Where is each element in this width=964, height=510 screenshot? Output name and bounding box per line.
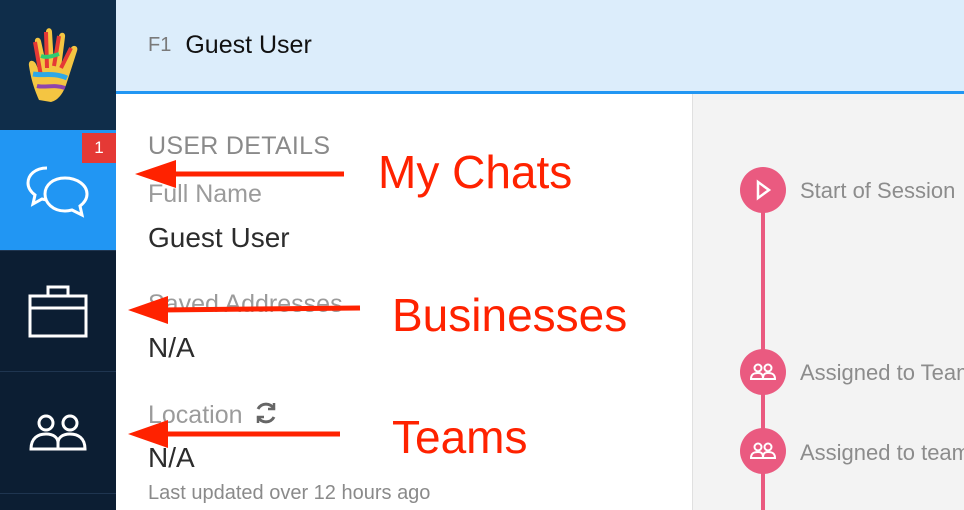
team-icon bbox=[750, 442, 776, 459]
team-icon bbox=[29, 414, 87, 450]
saved-addresses-label: Saved Addresses bbox=[148, 290, 343, 318]
section-title: USER DETAILS bbox=[148, 132, 331, 160]
timeline-panel: Start of Session Assigned to Team Assign… bbox=[693, 94, 964, 510]
team-icon bbox=[750, 363, 776, 380]
timeline-event-label: Assigned to team bbox=[800, 440, 964, 465]
location-label-text: Location bbox=[148, 401, 243, 429]
timeline-event-dot bbox=[740, 349, 786, 395]
timeline-event-dot bbox=[740, 428, 786, 474]
location-updated: Last updated over 12 hours ago bbox=[148, 482, 431, 504]
shortcut-key: F1 bbox=[148, 34, 172, 56]
timeline-event-label: Start of Session bbox=[800, 178, 956, 203]
refresh-icon[interactable] bbox=[253, 400, 279, 426]
timeline-event-dot bbox=[740, 167, 786, 213]
conversation-header: F1 Guest User bbox=[116, 0, 964, 94]
play-icon bbox=[756, 179, 772, 201]
location-label: Location bbox=[148, 400, 279, 430]
page-title: Guest User bbox=[185, 31, 312, 59]
location-value: N/A bbox=[148, 442, 195, 473]
sidebar: 1 bbox=[0, 0, 116, 510]
saved-addresses-value: N/A bbox=[148, 332, 195, 363]
timeline-event-label: Assigned to Team bbox=[800, 360, 964, 385]
sidebar-item-teams[interactable] bbox=[0, 372, 116, 494]
annotation-teams: Teams bbox=[392, 411, 528, 463]
app-logo[interactable] bbox=[0, 0, 116, 130]
sidebar-item-businesses[interactable] bbox=[0, 250, 116, 372]
annotation-my-chats: My Chats bbox=[378, 146, 573, 198]
unread-badge: 1 bbox=[82, 133, 116, 163]
hand-logo-icon bbox=[28, 28, 78, 102]
annotation-businesses: Businesses bbox=[392, 289, 628, 341]
briefcase-icon bbox=[28, 285, 88, 338]
full-name-value: Guest User bbox=[148, 222, 290, 253]
full-name-label: Full Name bbox=[148, 180, 262, 208]
chat-bubbles-icon bbox=[26, 166, 89, 218]
